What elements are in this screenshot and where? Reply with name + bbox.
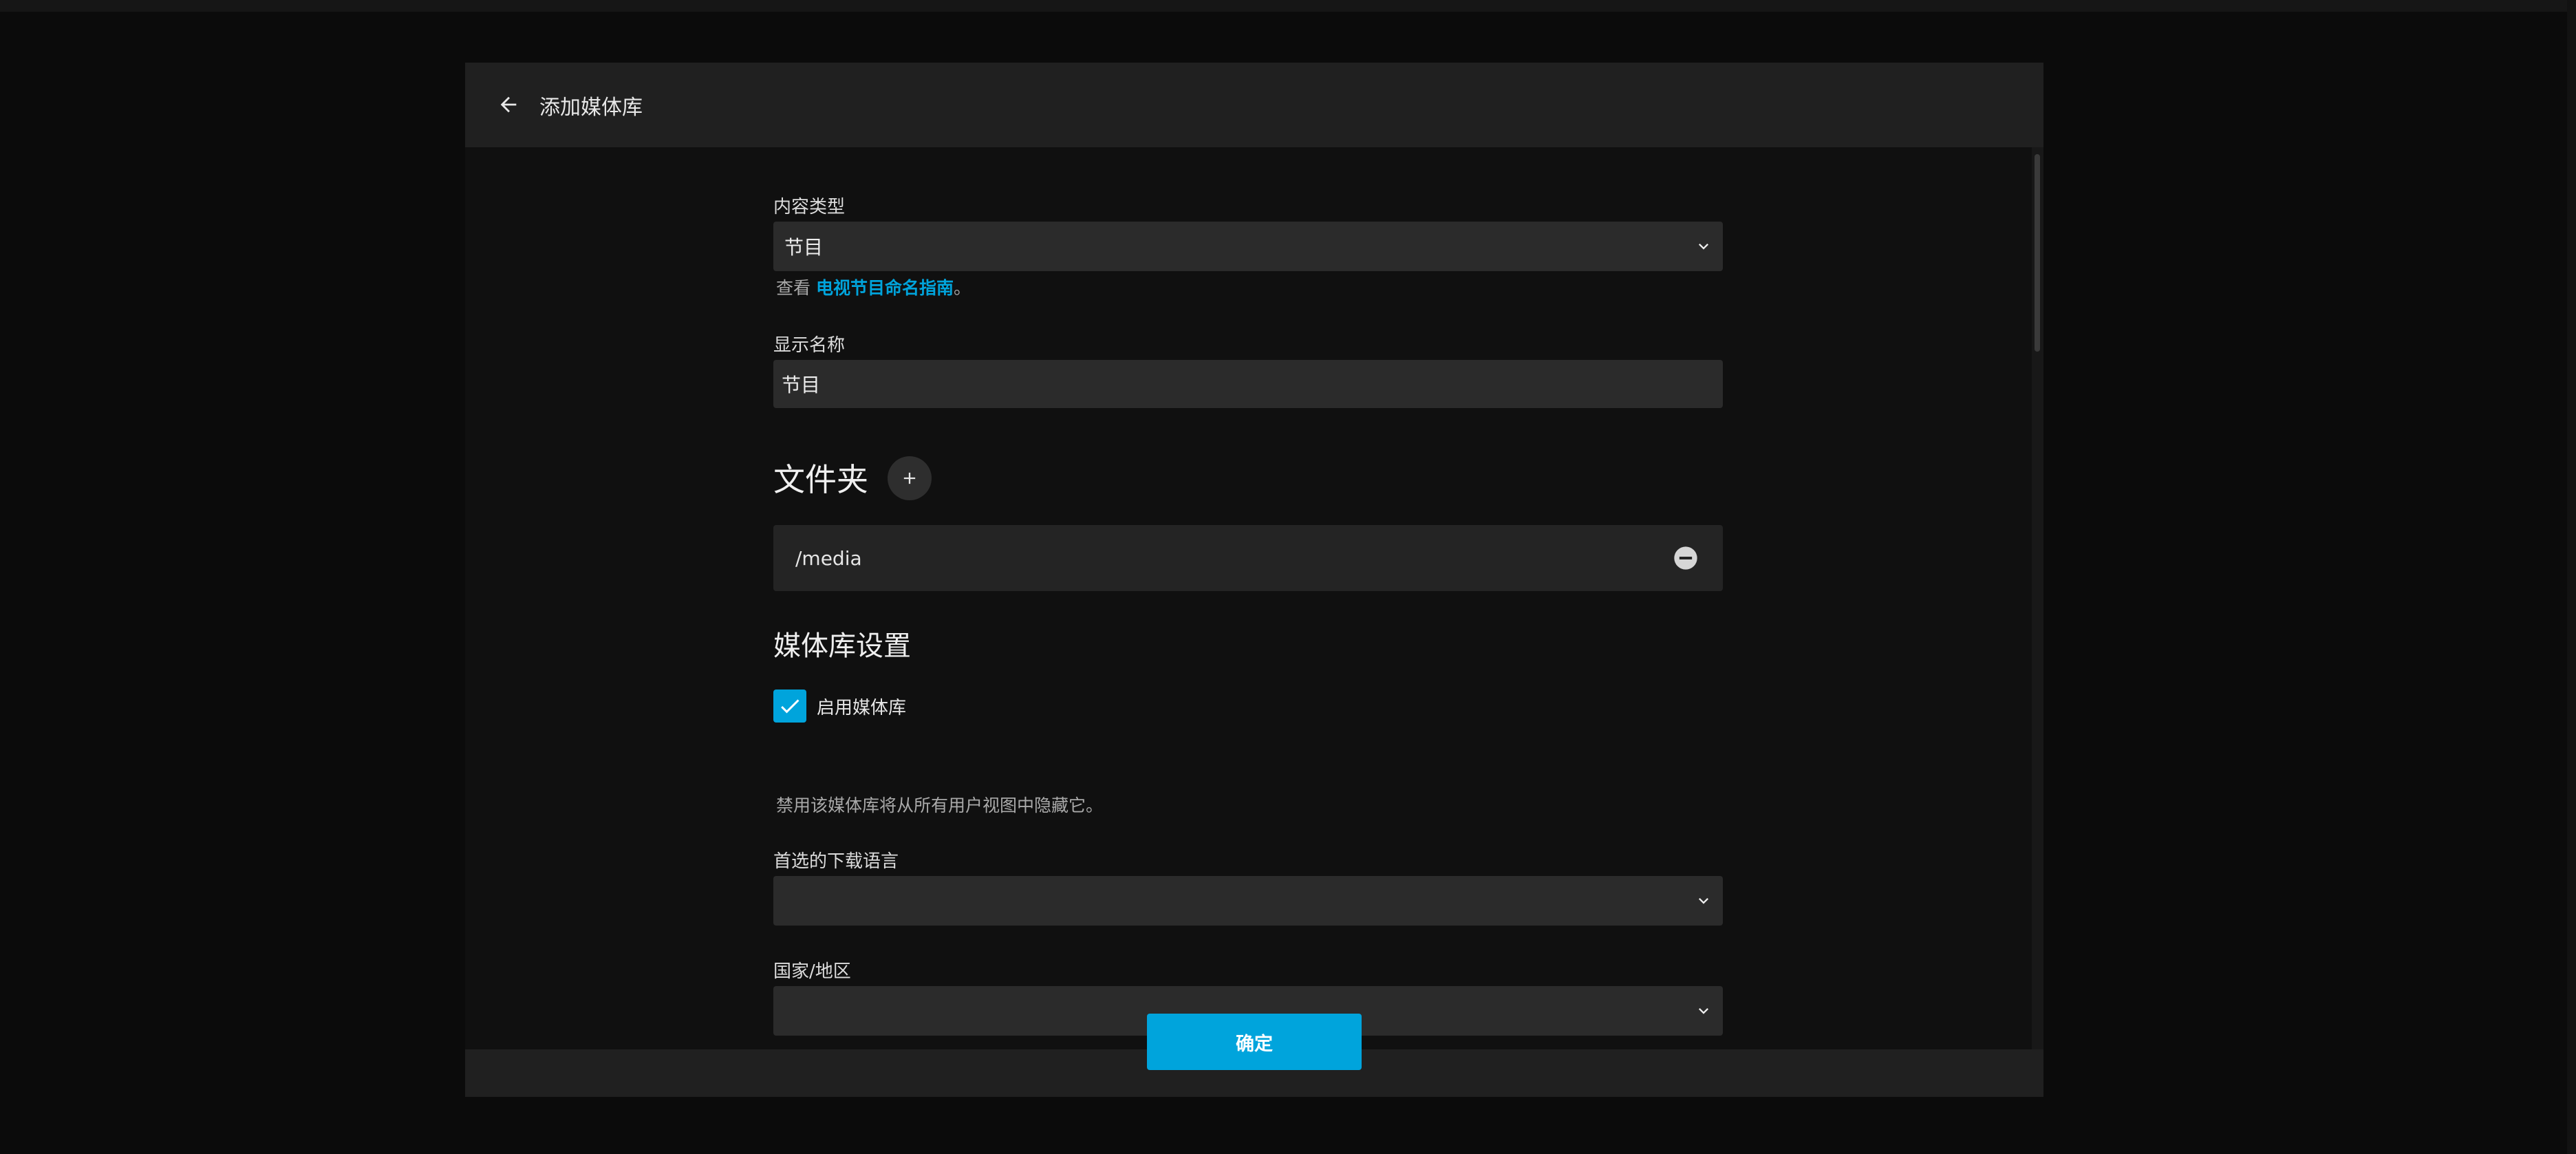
content-type-select[interactable]: 节目 (773, 222, 1723, 271)
preferred-language-select[interactable] (773, 876, 1723, 926)
arrow-left-icon (500, 96, 517, 113)
helper-suffix: 。 (953, 278, 971, 298)
add-folder-button[interactable] (888, 456, 932, 500)
content-type-helper: 查看 电视节目命名指南。 (776, 275, 971, 299)
folders-title: 文件夹 (773, 461, 868, 498)
page-scrollbar[interactable] (2567, 0, 2576, 1154)
ok-button[interactable]: 确定 (1147, 1014, 1362, 1070)
display-name-label: 显示名称 (773, 335, 846, 356)
chevron-down-icon (1699, 244, 1708, 250)
plus-icon (903, 472, 916, 484)
chevron-down-icon (1699, 898, 1708, 904)
helper-prefix: 查看 (776, 278, 816, 298)
preferred-language-label: 首选的下载语言 (773, 851, 899, 872)
display-name-input[interactable] (773, 360, 1723, 408)
folder-path: /media (795, 546, 862, 570)
folder-list-item: /media (773, 525, 1723, 591)
add-library-dialog: 添加媒体库 内容类型 节目 查看 电视节目命名指南。 显示名称 文件夹 /med… (465, 63, 2043, 1097)
content-type-label: 内容类型 (773, 197, 846, 217)
tv-naming-guide-link[interactable]: 电视节目命名指南 (816, 278, 954, 298)
check-icon (781, 699, 799, 714)
dialog-header: 添加媒体库 (465, 63, 2043, 147)
country-region-label: 国家/地区 (773, 961, 851, 982)
enable-library-label[interactable]: 启用媒体库 (817, 692, 906, 720)
chevron-down-icon (1699, 1008, 1708, 1014)
content-type-value: 节目 (784, 236, 824, 259)
enable-library-checkbox[interactable] (773, 690, 806, 723)
dialog-scrollbar-thumb[interactable] (2035, 154, 2040, 352)
browser-top-strip (0, 0, 2576, 12)
back-button[interactable] (487, 83, 530, 126)
enable-library-helper: 禁用该媒体库将从所有用户视图中隐藏它。 (776, 795, 1104, 815)
dialog-scrollbar[interactable] (2032, 147, 2043, 1049)
minus-circle-icon[interactable] (1672, 544, 1699, 572)
library-settings-title: 媒体库设置 (773, 630, 911, 662)
dialog-title: 添加媒体库 (539, 95, 643, 120)
